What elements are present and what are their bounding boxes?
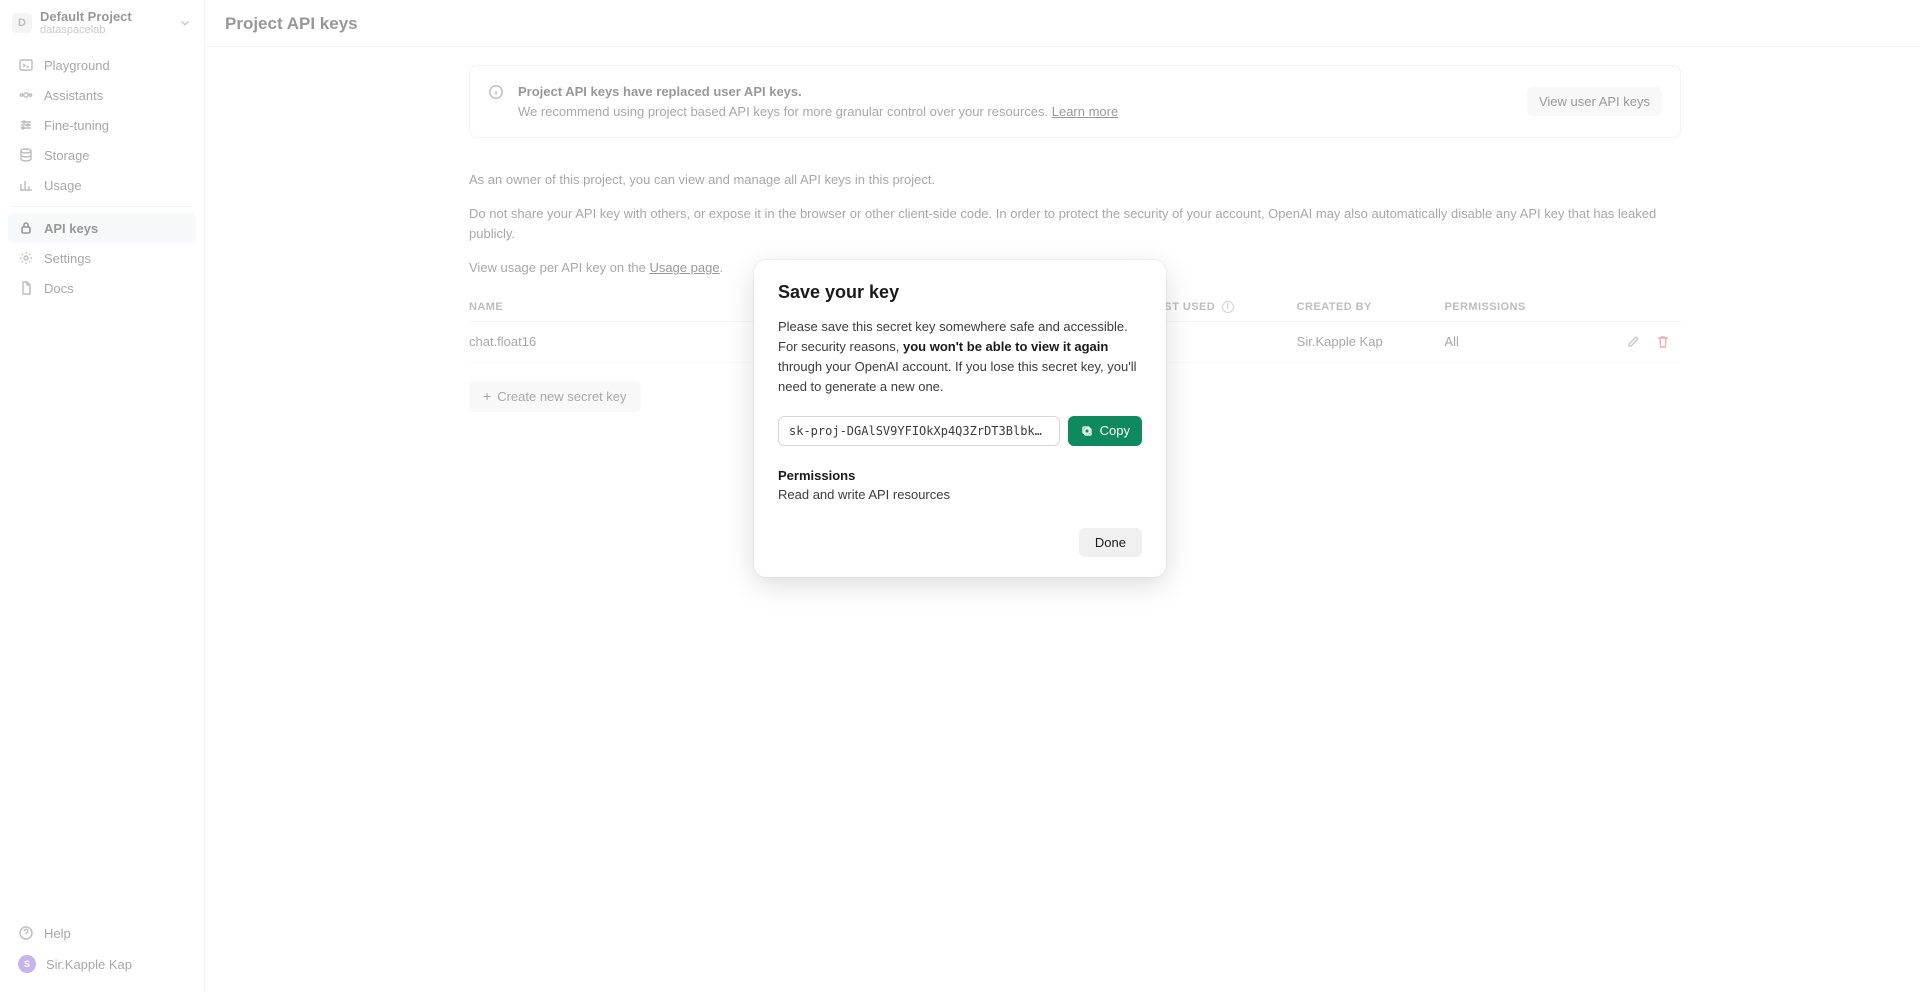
copy-button[interactable]: Copy	[1068, 416, 1142, 446]
permissions-value: Read and write API resources	[778, 487, 1142, 502]
save-key-modal: Save your key Please save this secret ke…	[754, 260, 1166, 577]
done-button[interactable]: Done	[1079, 528, 1142, 557]
secret-key-field[interactable]	[778, 416, 1060, 446]
modal-title: Save your key	[778, 282, 1142, 303]
copy-icon	[1080, 424, 1094, 438]
permissions-label: Permissions	[778, 468, 1142, 483]
modal-text: Please save this secret key somewhere sa…	[778, 317, 1142, 398]
modal-overlay[interactable]: Save your key Please save this secret ke…	[0, 0, 1920, 992]
